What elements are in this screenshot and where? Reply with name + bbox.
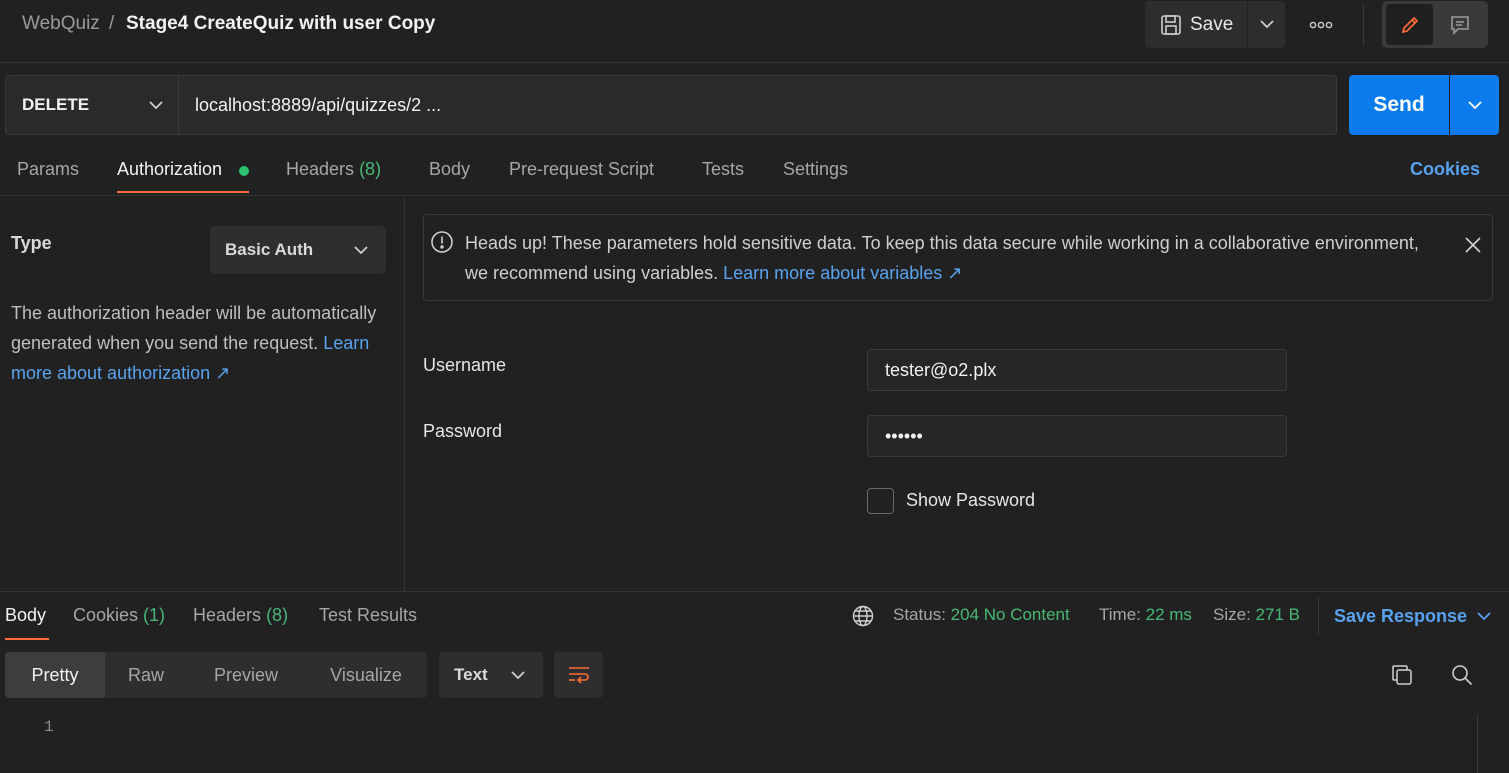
size-value: 271 B bbox=[1255, 605, 1300, 624]
method-select[interactable]: DELETE bbox=[5, 75, 179, 135]
response-time[interactable]: Time: 22 ms bbox=[1099, 605, 1192, 625]
pencil-icon bbox=[1399, 14, 1421, 36]
response-status[interactable]: Status: 204 No Content bbox=[893, 605, 1070, 625]
response-size[interactable]: Size: 271 B bbox=[1213, 605, 1300, 625]
tab-settings[interactable]: Settings bbox=[783, 159, 848, 180]
comments-button[interactable] bbox=[1436, 4, 1483, 45]
status-label: Status: bbox=[893, 605, 946, 624]
show-password-label[interactable]: Show Password bbox=[906, 490, 1035, 511]
edit-mode-button[interactable] bbox=[1386, 4, 1433, 45]
chevron-down-icon bbox=[511, 670, 525, 680]
response-tab-cookies-label: Cookies bbox=[73, 605, 139, 625]
breadcrumb-separator: / bbox=[109, 13, 115, 34]
response-tab-cookies[interactable]: Cookies (1) bbox=[73, 605, 165, 626]
response-divider bbox=[0, 591, 1509, 592]
save-button[interactable]: Save bbox=[1145, 1, 1247, 48]
search-icon[interactable] bbox=[1451, 664, 1473, 686]
breadcrumb-collection[interactable]: WebQuiz bbox=[22, 13, 100, 35]
chevron-down-icon bbox=[1259, 20, 1274, 29]
auth-description: The authorization header will be automat… bbox=[11, 298, 396, 388]
response-tab-test-results[interactable]: Test Results bbox=[319, 605, 417, 626]
auth-type-value: Basic Auth bbox=[225, 240, 314, 259]
tab-headers-label: Headers bbox=[286, 159, 355, 179]
time-label: Time: bbox=[1099, 605, 1141, 624]
format-value: Text bbox=[454, 665, 488, 684]
tab-tests[interactable]: Tests bbox=[702, 159, 744, 180]
info-icon bbox=[430, 230, 454, 254]
response-tab-headers[interactable]: Headers (8) bbox=[193, 605, 288, 626]
tab-headers-count: (8) bbox=[359, 159, 382, 179]
save-options-button[interactable] bbox=[1248, 1, 1285, 48]
password-label: Password bbox=[423, 421, 503, 441]
response-tab-headers-label: Headers bbox=[193, 605, 262, 625]
save-label: Save bbox=[1190, 13, 1234, 35]
globe-icon[interactable] bbox=[852, 605, 874, 627]
wrap-lines-icon bbox=[567, 665, 591, 685]
password-value: •••••• bbox=[885, 425, 923, 446]
method-value: DELETE bbox=[22, 95, 90, 114]
response-active-tab-indicator bbox=[5, 638, 49, 640]
header-divider bbox=[0, 62, 1509, 63]
close-icon[interactable] bbox=[1464, 236, 1482, 254]
request-title[interactable]: Stage4 CreateQuiz with user Copy bbox=[126, 13, 435, 35]
size-label: Size: bbox=[1213, 605, 1251, 624]
status-value: 204 No Content bbox=[950, 605, 1070, 624]
more-horizontal-icon bbox=[1309, 21, 1333, 29]
cookies-link[interactable]: Cookies bbox=[1410, 159, 1480, 180]
password-field[interactable]: •••••• bbox=[867, 415, 1287, 457]
tab-headers[interactable]: Headers (8) bbox=[286, 159, 381, 180]
view-preview-button[interactable]: Preview bbox=[187, 652, 305, 698]
chevron-down-icon bbox=[1467, 100, 1482, 110]
time-value: 22 ms bbox=[1145, 605, 1192, 624]
username-label: Username bbox=[423, 355, 507, 375]
view-visualize-button[interactable]: Visualize bbox=[305, 652, 427, 698]
alert-message: Heads up! These parameters hold sensitiv… bbox=[465, 228, 1425, 288]
more-actions-button[interactable] bbox=[1302, 10, 1340, 40]
response-tab-headers-count: (8) bbox=[266, 605, 289, 625]
save-disk-icon bbox=[1160, 14, 1182, 36]
copy-icon[interactable] bbox=[1391, 664, 1413, 686]
format-select[interactable]: Text bbox=[439, 652, 543, 698]
auth-type-label: Type bbox=[11, 233, 52, 253]
save-response-label: Save Response bbox=[1334, 605, 1468, 626]
send-button[interactable]: Send bbox=[1349, 75, 1449, 135]
line-number: 1 bbox=[44, 718, 54, 736]
panel-divider bbox=[404, 196, 405, 592]
comment-icon bbox=[1449, 14, 1471, 36]
view-pretty-button[interactable]: Pretty bbox=[5, 652, 105, 698]
learn-more-variables-link[interactable]: Learn more about variables ↗ bbox=[723, 263, 962, 283]
send-options-button[interactable] bbox=[1450, 75, 1499, 135]
tab-body[interactable]: Body bbox=[429, 159, 470, 180]
tab-prerequest-script[interactable]: Pre-request Script bbox=[509, 159, 654, 180]
show-password-checkbox[interactable] bbox=[867, 488, 894, 514]
username-field[interactable]: tester@o2.plx bbox=[867, 349, 1287, 391]
view-raw-button[interactable]: Raw bbox=[105, 652, 187, 698]
save-response-button[interactable]: Save Response bbox=[1318, 597, 1491, 635]
auth-status-dot bbox=[239, 166, 249, 176]
response-tab-cookies-count: (1) bbox=[143, 605, 166, 625]
wrap-lines-button[interactable] bbox=[554, 652, 603, 698]
auth-description-text: The authorization header will be automat… bbox=[11, 303, 377, 353]
url-input[interactable]: localhost:8889/api/quizzes/2 ... bbox=[179, 75, 1337, 135]
url-value: localhost:8889/api/quizzes/2 ... bbox=[195, 94, 442, 115]
username-value: tester@o2.plx bbox=[885, 359, 997, 380]
chevron-down-icon bbox=[149, 100, 163, 110]
toolbar-divider bbox=[1363, 4, 1364, 46]
tab-params[interactable]: Params bbox=[17, 159, 79, 180]
response-tab-body[interactable]: Body bbox=[5, 605, 46, 626]
active-tab-indicator bbox=[117, 191, 249, 193]
tab-authorization[interactable]: Authorization bbox=[117, 159, 222, 180]
tabs-divider bbox=[0, 195, 1509, 196]
editor-scrollbar[interactable] bbox=[1477, 714, 1509, 773]
auth-type-select[interactable]: Basic Auth bbox=[210, 226, 386, 274]
chevron-down-icon bbox=[1477, 611, 1491, 621]
chevron-down-icon bbox=[354, 245, 368, 255]
